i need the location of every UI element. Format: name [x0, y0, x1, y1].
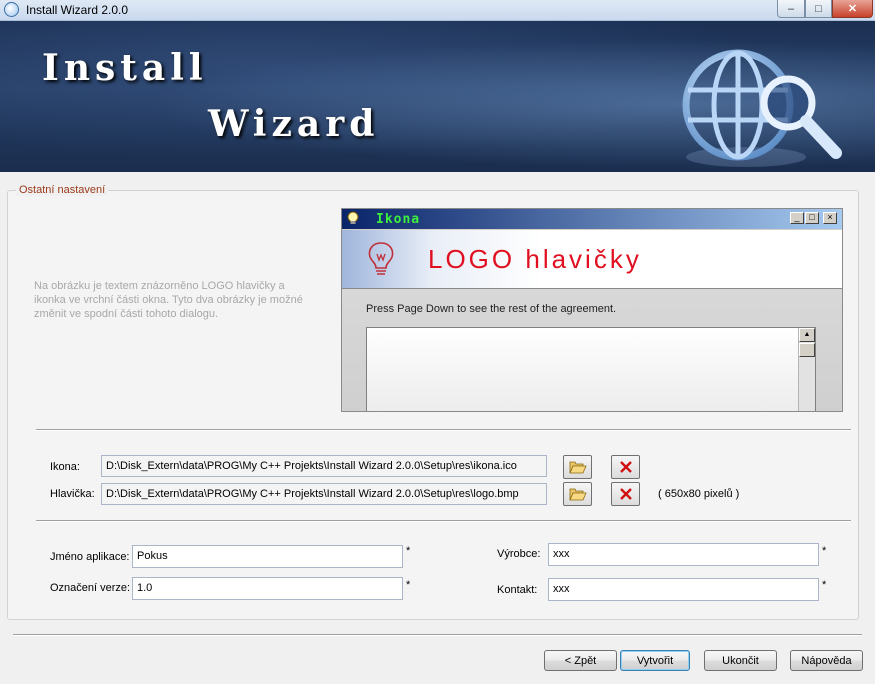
scroll-thumb — [799, 343, 815, 357]
preview-minimize-icon: _ — [790, 212, 804, 224]
globe-magnifier-icon — [682, 49, 842, 167]
finish-button[interactable]: Ukončit — [704, 650, 777, 671]
divider — [36, 429, 851, 431]
lightbulb-icon — [347, 211, 359, 224]
delete-header-button[interactable] — [611, 482, 640, 506]
preview-title-bar: Ikona _ □ × — [342, 209, 842, 229]
banner-title-wizard: Wizard — [208, 103, 380, 145]
globe-icon — [4, 2, 19, 17]
scroll-up-icon: ▲ — [799, 328, 815, 342]
required-mark: * — [406, 545, 411, 557]
red-x-icon — [619, 461, 632, 473]
close-button[interactable]: ✕ — [832, 0, 873, 18]
preview-maximize-icon: □ — [805, 212, 819, 224]
group-title: Ostatní nastavení — [16, 184, 109, 196]
title-bar[interactable]: Install Wizard 2.0.0 – □ ✕ — [0, 0, 875, 21]
help-button[interactable]: Nápověda — [790, 650, 863, 671]
browse-header-button[interactable] — [563, 482, 592, 506]
version-label: Označení verze: — [50, 582, 131, 594]
contact-input[interactable]: xxx — [548, 578, 819, 601]
back-button[interactable]: < Zpět — [544, 650, 617, 671]
window-title: Install Wizard 2.0.0 — [26, 3, 129, 17]
app-name-input[interactable]: Pokus — [132, 545, 403, 568]
preview-close-icon: × — [823, 212, 837, 224]
vendor-label: Výrobce: — [497, 548, 541, 560]
preview-header: LOGO hlavičky — [342, 230, 842, 288]
header-size-note: ( 650x80 pixelů ) — [658, 488, 740, 500]
preview-title: Ikona — [376, 212, 421, 227]
preview-textbox — [366, 327, 816, 411]
folder-open-icon — [568, 488, 587, 501]
lightbulb-icon — [368, 242, 394, 275]
header-file-label: Hlavička: — [50, 488, 95, 500]
folder-open-icon — [568, 461, 587, 474]
browse-icon-button[interactable] — [563, 455, 592, 479]
create-button[interactable]: Vytvořit — [620, 650, 690, 671]
required-mark: * — [406, 579, 411, 591]
info-text: Na obrázku je textem znázorněno LOGO hla… — [34, 280, 303, 320]
divider — [13, 634, 862, 636]
divider — [36, 520, 851, 522]
vendor-input[interactable]: xxx — [548, 543, 819, 566]
delete-icon-button[interactable] — [611, 455, 640, 479]
maximize-button[interactable]: □ — [805, 0, 832, 18]
contact-label: Kontakt: — [497, 584, 538, 596]
header-banner: Install Wizard — [0, 21, 875, 172]
app-name-label: Jméno aplikace: — [50, 551, 130, 563]
red-x-icon — [619, 488, 632, 500]
preview-agreement-text: Press Page Down to see the rest of the a… — [366, 303, 617, 315]
version-input[interactable]: 1.0 — [132, 577, 403, 600]
header-path-field[interactable]: D:\Disk_Extern\data\PROG\My C++ Projekts… — [101, 483, 547, 505]
minimize-button[interactable]: – — [777, 0, 805, 18]
required-mark: * — [822, 579, 827, 591]
icon-file-label: Ikona: — [50, 461, 80, 473]
required-mark: * — [822, 545, 827, 557]
preview-scrollbar: ▲ — [798, 328, 815, 411]
header-preview: Ikona _ □ × LOGO hlavičky Press Page Dow… — [341, 208, 843, 412]
icon-path-field[interactable]: D:\Disk_Extern\data\PROG\My C++ Projekts… — [101, 455, 547, 477]
banner-title-install: Install — [42, 47, 208, 89]
preview-logo-text: LOGO hlavičky — [428, 244, 642, 274]
